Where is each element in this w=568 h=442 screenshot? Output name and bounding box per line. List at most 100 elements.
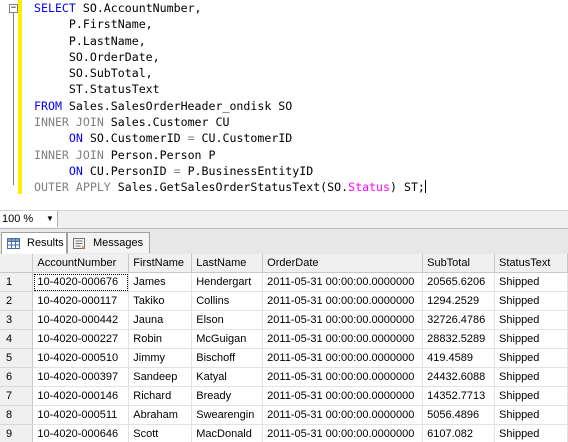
table-cell[interactable]: 2011-05-31 00:00:00.0000000 [262, 424, 424, 442]
collapse-toggle-icon[interactable]: − [9, 4, 18, 13]
table-cell[interactable]: Shipped [494, 272, 568, 292]
row-number[interactable]: 2 [0, 291, 34, 311]
column-header[interactable]: AccountNumber [32, 254, 130, 273]
table-cell[interactable]: Jimmy [128, 348, 193, 368]
row-number[interactable]: 7 [0, 386, 34, 406]
column-header[interactable]: LastName [191, 254, 264, 273]
table-cell[interactable]: 2011-05-31 00:00:00.0000000 [262, 367, 424, 387]
table-cell[interactable]: 10-4020-000117 [32, 291, 130, 311]
tab-messages[interactable]: Messages [67, 232, 150, 253]
code-line[interactable]: SO.OrderDate, [34, 49, 426, 65]
table-cell[interactable]: 1294.2529 [422, 291, 496, 311]
table-cell[interactable]: Shipped [494, 348, 568, 368]
table-cell[interactable]: Shipped [494, 310, 568, 330]
row-number[interactable]: 1 [0, 272, 34, 292]
table-cell[interactable]: 10-4020-000511 [32, 405, 130, 425]
code-line[interactable]: P.LastName, [34, 33, 426, 49]
column-header[interactable]: FirstName [128, 254, 193, 273]
code-line[interactable]: INNER JOIN Sales.Customer CU [34, 114, 426, 130]
table-cell[interactable]: Richard [128, 386, 193, 406]
table-row[interactable]: 6 10-4020-000397 Sandeep Katyal 2011-05-31 0… [0, 367, 568, 387]
zoom-select[interactable]: 100 % ▼ [0, 211, 58, 227]
table-cell[interactable]: 2011-05-31 00:00:00.0000000 [262, 348, 424, 368]
code-line[interactable]: OUTER APPLY Sales.GetSalesOrderStatusTex… [34, 179, 426, 195]
table-cell[interactable]: Elson [191, 310, 264, 330]
table-cell[interactable]: 24432.6088 [422, 367, 496, 387]
table-row[interactable]: 8 10-4020-000511 Abraham Swearengin 2011-05-… [0, 405, 568, 425]
row-number[interactable]: 5 [0, 348, 34, 368]
sql-code[interactable]: SELECT SO.AccountNumber, P.FirstName, P.… [34, 0, 426, 196]
table-cell[interactable]: Robin [128, 329, 193, 349]
table-cell[interactable]: 2011-05-31 00:00:00.0000000 [262, 310, 424, 330]
table-cell[interactable]: McGuigan [191, 329, 264, 349]
grid-corner[interactable] [0, 254, 34, 273]
table-cell[interactable]: Katyal [191, 367, 264, 387]
table-row[interactable]: 2 10-4020-000117 Takiko Collins 2011-05-31 0… [0, 291, 568, 311]
table-cell[interactable]: 10-4020-000227 [32, 329, 130, 349]
table-row[interactable]: 3 10-4020-000442 Jauna Elson 2011-05-31 00:0… [0, 310, 568, 330]
table-cell[interactable]: Abraham [128, 405, 193, 425]
table-cell[interactable]: Shipped [494, 405, 568, 425]
table-cell[interactable]: 2011-05-31 00:00:00.0000000 [262, 386, 424, 406]
table-cell[interactable]: 32726.4786 [422, 310, 496, 330]
horizontal-scrollbar[interactable] [58, 214, 568, 225]
sql-editor[interactable]: − SELECT SO.AccountNumber, P.FirstName, … [0, 0, 568, 205]
table-cell[interactable]: Shipped [494, 291, 568, 311]
code-line[interactable]: SELECT SO.AccountNumber, [34, 0, 426, 16]
table-cell[interactable]: Bischoff [191, 348, 264, 368]
table-row[interactable]: 5 10-4020-000510 Jimmy Bischoff 2011-05-31 0… [0, 348, 568, 368]
table-cell[interactable]: Takiko [128, 291, 193, 311]
table-cell[interactable]: Shipped [494, 386, 568, 406]
table-cell[interactable]: 2011-05-31 00:00:00.0000000 [262, 329, 424, 349]
table-row[interactable]: 9 10-4020-000646 Scott MacDonald 2011-05-31 … [0, 424, 568, 442]
column-header[interactable]: StatusText [494, 254, 568, 273]
table-cell[interactable]: Hendergart [191, 272, 264, 292]
table-cell[interactable]: MacDonald [191, 424, 264, 442]
table-cell[interactable]: 10-4020-000676 [32, 272, 130, 292]
results-grid[interactable]: AccountNumber FirstName LastName OrderDate S… [0, 254, 568, 442]
code-line[interactable]: P.FirstName, [34, 16, 426, 32]
table-cell[interactable]: 10-4020-000510 [32, 348, 130, 368]
row-number[interactable]: 4 [0, 329, 34, 349]
code-line[interactable]: SO.SubTotal, [34, 65, 426, 81]
column-header[interactable]: SubTotal [422, 254, 496, 273]
table-cell[interactable]: 28832.5289 [422, 329, 496, 349]
table-cell[interactable]: Scott [128, 424, 193, 442]
table-cell[interactable]: Sandeep [128, 367, 193, 387]
chevron-down-icon[interactable]: ▼ [46, 211, 54, 227]
table-cell[interactable]: 6107.082 [422, 424, 496, 442]
table-cell[interactable]: 2011-05-31 00:00:00.0000000 [262, 291, 424, 311]
table-row[interactable]: 1 10-4020-000676 James Hendergart 2011-05-31… [0, 272, 568, 292]
table-cell[interactable]: 14352.7713 [422, 386, 496, 406]
table-cell[interactable]: Jauna [128, 310, 193, 330]
table-cell[interactable]: Collins [191, 291, 264, 311]
table-cell[interactable]: Shipped [494, 424, 568, 442]
code-line[interactable]: FROM Sales.SalesOrderHeader_ondisk SO [34, 98, 426, 114]
code-line[interactable]: ON SO.CustomerID = CU.CustomerID [34, 130, 426, 146]
table-cell[interactable]: 20565.6206 [422, 272, 496, 292]
table-cell[interactable]: 10-4020-000146 [32, 386, 130, 406]
table-cell[interactable]: 5056.4896 [422, 405, 496, 425]
code-line[interactable]: INNER JOIN Person.Person P [34, 147, 426, 163]
table-cell[interactable]: Shipped [494, 367, 568, 387]
column-header[interactable]: OrderDate [262, 254, 424, 273]
row-number[interactable]: 9 [0, 424, 34, 442]
code-line[interactable]: ON CU.PersonID = P.BusinessEntityID [34, 163, 426, 179]
table-cell[interactable]: 2011-05-31 00:00:00.0000000 [262, 405, 424, 425]
table-row[interactable]: 4 10-4020-000227 Robin McGuigan 2011-05-31 0… [0, 329, 568, 349]
table-cell[interactable]: 2011-05-31 00:00:00.0000000 [262, 272, 424, 292]
table-cell[interactable]: 10-4020-000397 [32, 367, 130, 387]
table-cell[interactable]: 419.4589 [422, 348, 496, 368]
table-cell[interactable]: Bready [191, 386, 264, 406]
row-number[interactable]: 6 [0, 367, 34, 387]
table-row[interactable]: 7 10-4020-000146 Richard Bready 2011-05-31 0… [0, 386, 568, 406]
table-cell[interactable]: James [128, 272, 193, 292]
tab-results[interactable]: Results [1, 232, 67, 255]
row-number[interactable]: 3 [0, 310, 34, 330]
table-cell[interactable]: Swearengin [191, 405, 264, 425]
row-number[interactable]: 8 [0, 405, 34, 425]
table-cell[interactable]: 10-4020-000646 [32, 424, 130, 442]
table-cell[interactable]: Shipped [494, 329, 568, 349]
code-line[interactable]: ST.StatusText [34, 81, 426, 97]
table-cell[interactable]: 10-4020-000442 [32, 310, 130, 330]
